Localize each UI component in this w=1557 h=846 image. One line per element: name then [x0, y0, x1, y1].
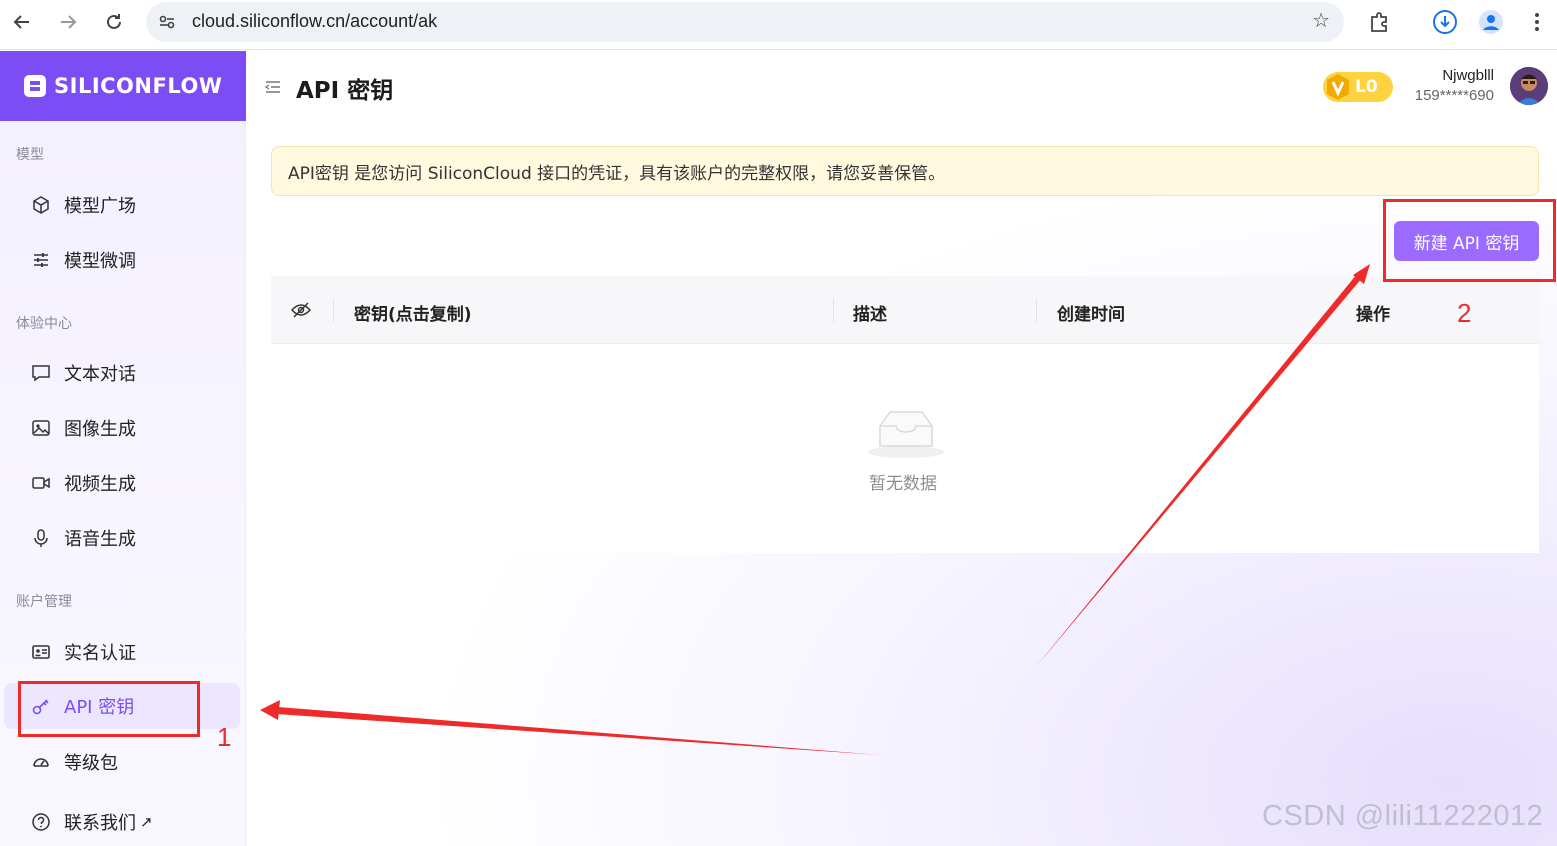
external-link-icon: ↗ [140, 813, 153, 831]
sidebar-item-level-package[interactable]: 等级包 [4, 739, 240, 785]
sidebar-item-label: 模型广场 [64, 196, 136, 217]
siliconflow-logo-icon [24, 75, 46, 97]
sidebar-item-fine-tune[interactable]: 模型微调 [4, 237, 240, 283]
section-label-playground: 体验中心 [16, 316, 72, 332]
download-icon[interactable] [1430, 7, 1460, 37]
column-header-description: 描述 [853, 305, 887, 325]
sidebar-item-label: 模型微调 [64, 251, 136, 272]
help-icon [30, 811, 52, 833]
logo[interactable]: SILICONFLOW [0, 51, 246, 121]
vip-icon [1323, 72, 1353, 102]
menu-dots-icon[interactable] [1522, 7, 1552, 37]
sidebar-item-label: 文本对话 [64, 364, 136, 385]
browser-toolbar: cloud.siliconflow.cn/account/ak ☆ [0, 0, 1557, 50]
extensions-icon[interactable] [1364, 7, 1394, 37]
sidebar-item-text-chat[interactable]: 文本对话 [4, 350, 240, 396]
reload-icon[interactable] [98, 6, 130, 38]
chat-icon [30, 362, 52, 384]
back-icon[interactable] [6, 6, 38, 38]
collapse-sidebar-icon[interactable] [264, 79, 281, 98]
bookmark-star-icon[interactable]: ☆ [1312, 8, 1330, 32]
user-phone: 159*****690 [1414, 87, 1494, 104]
sidebar-item-label: 视频生成 [64, 474, 136, 495]
column-divider [333, 298, 334, 322]
empty-text: 暂无数据 [869, 474, 937, 494]
sidebar-item-video-gen[interactable]: 视频生成 [4, 460, 240, 506]
url-text: cloud.siliconflow.cn/account/ak [192, 11, 438, 31]
eye-off-icon[interactable] [290, 301, 312, 323]
sidebar-item-label: 联系我们 [64, 813, 136, 834]
forward-icon[interactable] [52, 6, 84, 38]
notice-banner: API密钥 是您访问 SiliconCloud 接口的凭证，具有该账户的完整权限… [271, 146, 1539, 196]
microphone-icon [30, 527, 52, 549]
sidebar-item-audio-gen[interactable]: 语音生成 [4, 515, 240, 561]
sidebar-item-label: 实名认证 [64, 643, 136, 664]
section-label-account: 账户管理 [16, 594, 72, 610]
address-bar[interactable]: cloud.siliconflow.cn/account/ak ☆ [146, 2, 1344, 42]
annotation-box-1 [18, 681, 200, 737]
empty-inbox-icon [866, 404, 946, 464]
logo-text: SILICONFLOW [54, 74, 223, 98]
column-header-actions: 操作 [1356, 305, 1390, 325]
column-divider [1036, 298, 1037, 322]
site-info-icon[interactable] [156, 11, 178, 33]
cube-icon [30, 194, 52, 216]
level-text: L0 [1355, 77, 1378, 97]
column-divider [833, 298, 834, 322]
annotation-box-2 [1383, 199, 1556, 282]
user-name: Njwgblll [1442, 67, 1494, 84]
sidebar-item-label: 等级包 [64, 753, 118, 774]
main-content: API 密钥 L0 Njwgblll 159*****690 API密钥 是您访… [247, 51, 1557, 846]
video-icon [30, 472, 52, 494]
sidebar-item-verification[interactable]: 实名认证 [4, 629, 240, 675]
page-title: API 密钥 [296, 78, 394, 104]
sliders-icon [30, 249, 52, 271]
column-header-key: 密钥(点击复制) [354, 305, 472, 325]
api-keys-table: 密钥(点击复制) 描述 创建时间 操作 暂无数据 [271, 276, 1539, 553]
sidebar-item-model-square[interactable]: 模型广场 [4, 182, 240, 228]
sidebar-item-contact[interactable]: 联系我们 ↗ [4, 799, 240, 845]
level-badge[interactable]: L0 [1323, 72, 1393, 102]
image-icon [30, 417, 52, 439]
watermark: CSDN @lili11222012 [1262, 800, 1544, 832]
table-header: 密钥(点击复制) 描述 创建时间 操作 [271, 276, 1539, 344]
column-header-created-time: 创建时间 [1057, 305, 1125, 325]
gauge-icon [30, 751, 52, 773]
sidebar-item-label: 图像生成 [64, 419, 136, 440]
annotation-number-2: 2 [1457, 298, 1472, 328]
sidebar-item-image-gen[interactable]: 图像生成 [4, 405, 240, 451]
sidebar-item-label: 语音生成 [64, 529, 136, 550]
section-label-models: 模型 [16, 147, 44, 163]
annotation-number-1: 1 [217, 722, 232, 752]
profile-icon[interactable] [1476, 7, 1506, 37]
avatar[interactable] [1510, 67, 1548, 105]
id-card-icon [30, 641, 52, 663]
